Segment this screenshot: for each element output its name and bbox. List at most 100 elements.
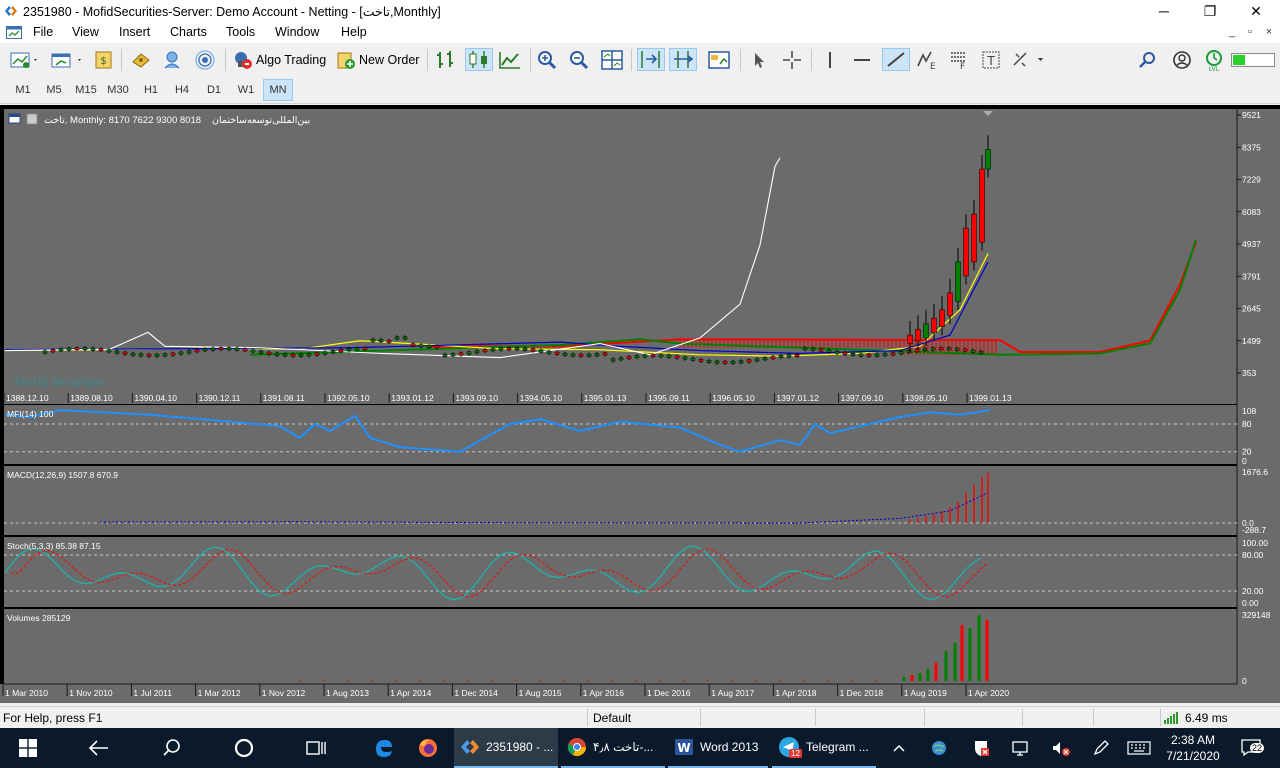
action-center-button[interactable]: 22 [1230, 728, 1276, 768]
profiles-button[interactable] [50, 48, 84, 71]
fibonacci-tool-button[interactable]: F [948, 48, 970, 71]
auto-scroll-button[interactable] [637, 48, 665, 71]
horizontal-line-tool-button[interactable] [851, 48, 873, 71]
taskbar-app-word[interactable]: W Word 2013 [668, 728, 768, 768]
bar-chart-button[interactable] [434, 48, 458, 71]
minimize-button[interactable]: ─ [1141, 0, 1187, 22]
volume-axis-1: 0 [1242, 676, 1247, 686]
templates-icon [708, 50, 730, 69]
firefox-button[interactable] [405, 728, 451, 768]
new-order-button[interactable]: New Order [336, 48, 419, 71]
child-close-button[interactable]: × [1262, 25, 1276, 39]
vertical-line-tool-button[interactable] [819, 48, 841, 71]
tile-windows-button[interactable] [600, 48, 624, 71]
new-chart-button[interactable] [10, 48, 40, 71]
tray-security[interactable] [967, 728, 995, 768]
title-bar: 2351980 - MofidSecurities-Server: Demo A… [0, 0, 1280, 22]
trendline-tool-button[interactable] [882, 48, 910, 71]
task-view-button[interactable] [291, 728, 341, 768]
templates-button[interactable] [707, 48, 733, 71]
timeframe-m5[interactable]: M5 [39, 79, 69, 101]
search-taskbar-button[interactable] [147, 728, 197, 768]
timeframe-mn[interactable]: MN [263, 79, 293, 101]
menu-window[interactable]: Window [275, 25, 319, 39]
volume-pane[interactable] [4, 609, 1237, 684]
mfi-pane[interactable] [4, 405, 1237, 464]
start-button[interactable] [0, 728, 56, 768]
show-hidden-icons-button[interactable] [885, 728, 913, 768]
restore-button[interactable]: ❐ [1187, 0, 1233, 22]
tile-windows-icon [601, 49, 623, 70]
back-button[interactable] [74, 728, 124, 768]
timeframe-h4[interactable]: H4 [167, 79, 197, 101]
menu-tools[interactable]: Tools [226, 25, 255, 39]
zoom-out-button[interactable] [568, 48, 590, 71]
macd-pane[interactable] [4, 466, 1237, 535]
child-restore-button[interactable]: ▫ [1243, 25, 1257, 39]
signals-button[interactable] [194, 48, 216, 71]
timeframe-w1[interactable]: W1 [231, 79, 261, 101]
time-label-11: 1 Aug 2017 [711, 688, 754, 698]
volume-muted-icon [1053, 742, 1070, 756]
candle-body [938, 347, 944, 350]
date-label-6: 1393.01.12 [391, 393, 434, 403]
timeframe-m30[interactable]: M30 [103, 79, 133, 101]
zoom-in-button[interactable] [536, 48, 558, 71]
tray-pen[interactable] [1087, 728, 1115, 768]
algo-trading-button[interactable]: Algo Trading [233, 48, 326, 71]
close-button[interactable]: ✕ [1233, 0, 1279, 22]
taskbar-clock[interactable]: 2:38 AM 7/21/2020 [1160, 728, 1226, 768]
taskbar-app-mt5[interactable]: 2351980 - ... [454, 728, 558, 768]
account-button[interactable] [1171, 48, 1193, 71]
chart-window[interactable]: تاخت, Monthly: 8170 7622 9300 8018 بین‌ا… [0, 105, 1280, 703]
crosshair-tool-button[interactable] [781, 48, 803, 71]
stoch-pane[interactable] [4, 537, 1237, 607]
menu-file[interactable]: File [33, 25, 53, 39]
candle-body [514, 347, 520, 351]
tray-network-globe[interactable] [925, 728, 953, 768]
menu-help[interactable]: Help [341, 25, 367, 39]
taskbar-app-chrome[interactable]: تاخت ۴٫۸-... [561, 728, 665, 768]
timeframe-m15[interactable]: M15 [71, 79, 101, 101]
candlestick-chart-button[interactable] [465, 48, 493, 71]
lvl-button[interactable]: LVL [1202, 48, 1226, 72]
connection-status-text[interactable]: 6.49 ms [1185, 711, 1228, 725]
date-label-0: 1388.12.10 [6, 393, 49, 403]
cursor-tool-button[interactable] [749, 48, 769, 71]
taskbar-app-telegram[interactable]: 12 Telegram ... [772, 728, 876, 768]
time-label-1: 1 Nov 2010 [69, 688, 113, 698]
timeframe-d1[interactable]: D1 [199, 79, 229, 101]
search-button[interactable] [1137, 48, 1159, 71]
navigator-button[interactable] [161, 48, 183, 71]
taskbar-app-mt5-label: 2351980 - ... [486, 740, 554, 754]
candle-body [154, 353, 160, 357]
timeframe-h1[interactable]: H1 [136, 79, 166, 101]
signals-icon [195, 49, 215, 70]
crosshair-icon [783, 50, 801, 69]
candle-body [794, 354, 800, 358]
market-watch-button[interactable]: $ [93, 48, 115, 71]
text-tool-button[interactable]: T [980, 48, 1002, 71]
menu-view[interactable]: View [72, 25, 99, 39]
menu-insert[interactable]: Insert [119, 25, 150, 39]
tray-keyboard[interactable] [1124, 728, 1154, 768]
edge-button[interactable] [360, 728, 408, 768]
macd-label: MACD(12,26,9) 1507.8 670.9 [7, 470, 118, 480]
chart-shift-button[interactable] [669, 48, 697, 71]
line-chart-button[interactable] [498, 48, 522, 71]
tray-network[interactable] [1007, 728, 1035, 768]
menu-charts[interactable]: Charts [170, 25, 207, 39]
child-minimize-button[interactable]: _ [1225, 25, 1239, 39]
candle-body [985, 149, 991, 170]
cortana-button[interactable] [219, 728, 269, 768]
tray-volume[interactable] [1047, 728, 1075, 768]
candle-body [947, 292, 953, 316]
shapes-tool-button[interactable] [1010, 48, 1048, 71]
lvl-icon: LVL [1206, 49, 1222, 72]
timeframe-m1[interactable]: M1 [8, 79, 38, 101]
firefox-icon [419, 739, 437, 757]
elliott-tool-button[interactable]: E [915, 48, 939, 71]
cortana-icon [234, 738, 254, 758]
data-window-button[interactable] [130, 48, 152, 71]
chart-window-icon[interactable] [6, 25, 22, 40]
